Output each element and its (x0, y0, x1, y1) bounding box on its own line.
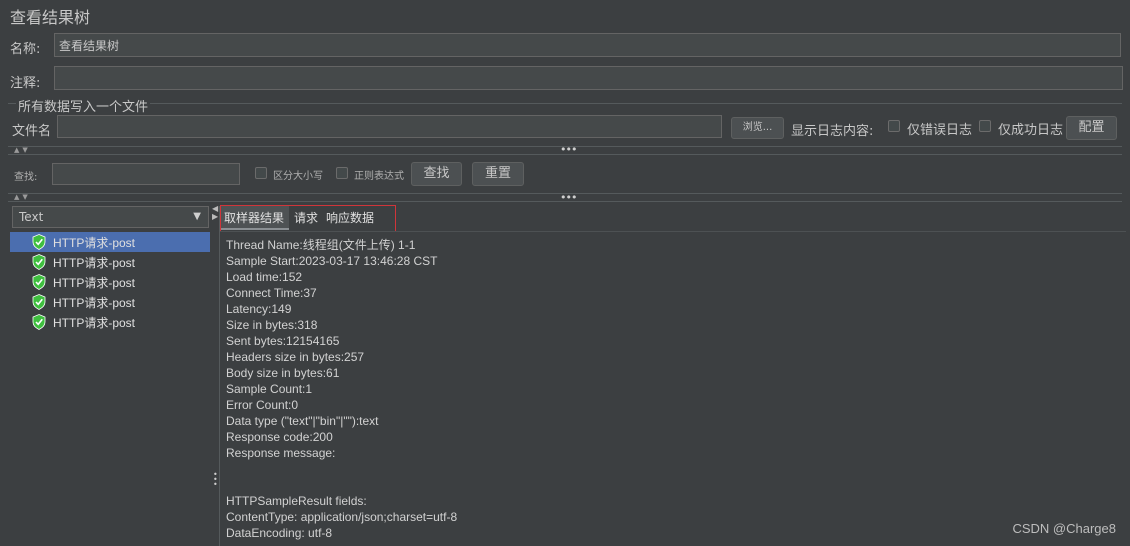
result-line: Load time:152 (226, 270, 303, 284)
file-group-title: 所有数据写入一个文件 (16, 96, 151, 115)
result-line: HTTPSampleResult fields: (226, 494, 367, 508)
result-line: Error Count:0 (226, 398, 299, 412)
result-line: Response code:200 (226, 430, 333, 444)
result-line: Sample Count:1 (226, 382, 313, 396)
splitter2-line-bottom (8, 201, 1122, 202)
result-line: Thread Name:线程组(文件上传) 1-1 (226, 238, 416, 252)
result-line: Size in bytes:318 (226, 318, 318, 332)
tree-item[interactable]: HTTP请求-post (10, 252, 210, 272)
collapse-arrows-icon[interactable]: ▲▼ (14, 146, 31, 154)
search-label: 查找: (14, 172, 38, 183)
result-line: Data type ("text"|"bin"|""):text (226, 414, 379, 428)
tree-item-label: HTTP请求-post (53, 316, 136, 330)
name-label: 名称: (10, 42, 41, 57)
configure-button[interactable]: 配置 (1066, 116, 1117, 140)
regex-label: 正则表达式 (354, 171, 404, 182)
errors-only-label: 仅错误日志 (907, 123, 973, 138)
tree-item[interactable]: HTTP请求-post (10, 272, 210, 292)
vertical-splitter[interactable] (219, 206, 220, 546)
result-line: Response message: (226, 446, 336, 460)
case-sensitive-checkbox[interactable] (255, 167, 267, 179)
find-button[interactable]: 查找 (411, 162, 462, 186)
tree-item[interactable]: HTTP请求-post (10, 232, 210, 252)
success-only-checkbox[interactable] (979, 120, 991, 132)
result-line: Sample Start:2023-03-17 13:46:28 CST (226, 254, 438, 268)
tab-request[interactable]: 请求 (294, 209, 318, 226)
result-line: Body size in bytes:61 (226, 366, 340, 380)
tree-item[interactable]: HTTP请求-post (10, 292, 210, 312)
log-content-label: 显示日志内容: (791, 124, 874, 139)
success-only-label: 仅成功日志 (998, 123, 1064, 138)
result-line: Latency:149 (226, 302, 292, 316)
tree-item[interactable]: HTTP请求-post (10, 312, 210, 332)
collapse-arrows-icon-2[interactable]: ▲▼ (14, 193, 31, 201)
comment-input[interactable] (54, 66, 1123, 90)
tree-item-label: HTTP请求-post (53, 296, 136, 310)
vertical-grip-icon[interactable]: • • • (213, 471, 218, 489)
result-line: Headers size in bytes:257 (226, 350, 365, 364)
success-shield-icon (32, 274, 46, 290)
browse-button[interactable]: 浏览... (731, 117, 784, 139)
errors-only-checkbox[interactable] (888, 120, 900, 132)
tab-sampler-result[interactable]: 取样器结果 (224, 209, 284, 226)
case-sensitive-label: 区分大小写 (273, 171, 323, 182)
tree-item-label: HTTP请求-post (53, 236, 136, 250)
name-input[interactable]: 查看结果树 (54, 33, 1121, 57)
reset-button[interactable]: 重置 (472, 162, 524, 186)
result-line: Sent bytes:12154165 (226, 334, 340, 348)
search-input[interactable] (52, 163, 240, 185)
splitter-line-bottom (8, 154, 1122, 155)
tree-item-label: HTTP请求-post (53, 256, 136, 270)
success-shield-icon (32, 254, 46, 270)
tab-response-data[interactable]: 响应数据 (326, 209, 374, 226)
result-line: Connect Time:37 (226, 286, 317, 300)
regex-checkbox[interactable] (336, 167, 348, 179)
filename-input[interactable] (57, 115, 722, 138)
renderer-select[interactable]: Text ▼ (12, 206, 209, 228)
collapse-left-icon[interactable]: ◀ ▶ (212, 205, 218, 221)
panel-title: 查看结果树 (10, 8, 91, 27)
success-shield-icon (32, 314, 46, 330)
success-shield-icon (32, 294, 46, 310)
watermark: CSDN @Charge8 (1012, 521, 1116, 536)
result-line: ContentType: application/json;charset=ut… (226, 510, 458, 524)
tree-item-label: HTTP请求-post (53, 276, 136, 290)
result-line: DataEncoding: utf-8 (226, 526, 333, 540)
comment-label: 注释: (10, 76, 41, 91)
renderer-select-value: Text (19, 210, 44, 224)
success-shield-icon (32, 234, 46, 250)
file-group-border (8, 103, 1122, 104)
chevron-down-icon: ▼ (193, 211, 201, 222)
tabs-underline (220, 231, 1126, 232)
filename-label: 文件名 (12, 124, 52, 139)
splitter-grip-icon[interactable]: ••• (560, 144, 577, 155)
